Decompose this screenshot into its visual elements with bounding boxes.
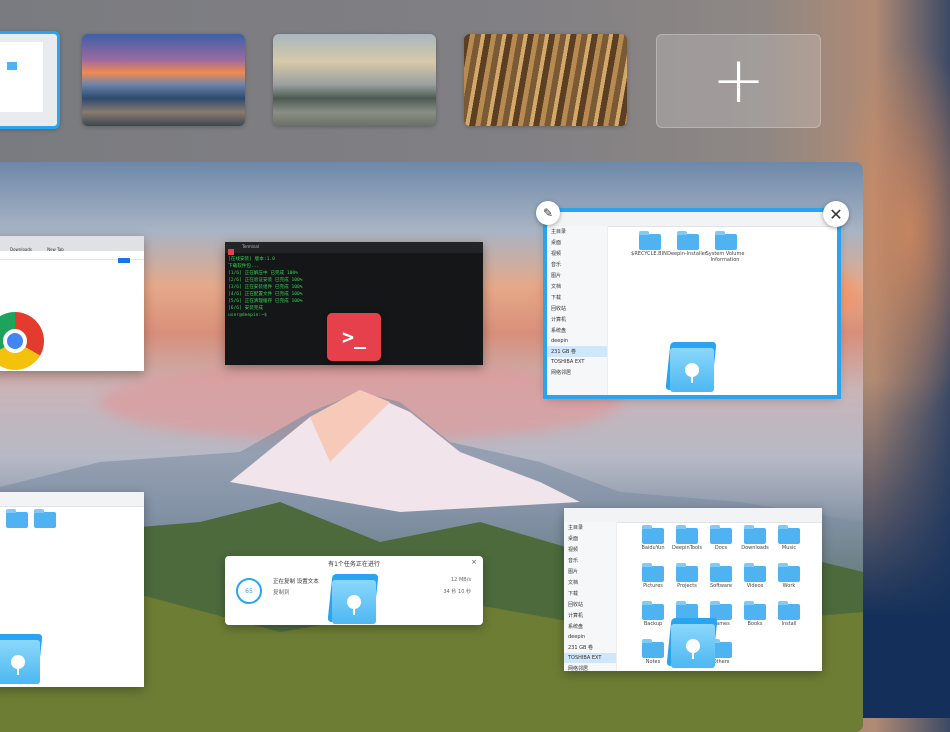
add-workspace-button[interactable]: + bbox=[656, 34, 821, 128]
sidebar-item[interactable]: 231 GB 卷 bbox=[564, 642, 616, 653]
file-manager-titlebar bbox=[564, 508, 822, 523]
sidebar-item[interactable]: deepin bbox=[564, 632, 616, 642]
sidebar-item[interactable]: TOSHIBA EXT bbox=[547, 357, 607, 367]
workspace-thumbnail-2[interactable] bbox=[82, 34, 245, 126]
folder-icon[interactable] bbox=[676, 525, 698, 544]
mini-folder-icon bbox=[7, 62, 17, 70]
sidebar-item[interactable]: 文档 bbox=[564, 577, 616, 588]
folder-label: Install bbox=[781, 621, 797, 627]
terminal-prompt-glyph: >_ bbox=[341, 325, 367, 349]
sidebar-item[interactable]: 桌面 bbox=[547, 237, 607, 248]
browser-tab-bar: Downloads New Tab bbox=[0, 236, 144, 252]
file-manager-titlebar bbox=[547, 212, 837, 227]
progress-ring: 65 bbox=[236, 578, 262, 604]
pin-icon: ✎ bbox=[542, 206, 554, 220]
folder-icon[interactable] bbox=[710, 563, 732, 582]
folder-icon[interactable] bbox=[34, 509, 56, 528]
sidebar-item[interactable]: 计算机 bbox=[547, 314, 607, 325]
sidebar-item-active[interactable]: TOSHIBA EXT bbox=[564, 653, 616, 663]
folder-label: System Volume Information bbox=[705, 251, 745, 263]
copy-remaining: 34 秒 10 秒 bbox=[443, 589, 472, 595]
terminal-line: [1/6] 正在解压中 已完成 100% bbox=[228, 271, 298, 276]
folder-icon[interactable] bbox=[676, 563, 698, 582]
plus-icon: + bbox=[711, 44, 766, 118]
workspace-thumbnail-3[interactable] bbox=[273, 34, 436, 126]
folder-icon[interactable] bbox=[6, 509, 28, 528]
sidebar-item[interactable]: 图片 bbox=[547, 270, 607, 281]
sidebar-item[interactable]: 音乐 bbox=[564, 555, 616, 566]
copy-status-text: 正在复制 设置文本 bbox=[273, 579, 319, 585]
terminal-line: [5/6] 正在清理缓存 已完成 100% bbox=[228, 299, 303, 304]
sidebar-item[interactable]: 下载 bbox=[547, 292, 607, 303]
sidebar-item[interactable]: deepin bbox=[547, 336, 607, 346]
file-manager-sidebar: 主目录 桌面 视频 音乐 图片 文档 下载 回收站 计算机 系统盘 deepin… bbox=[564, 522, 617, 671]
sidebar-item[interactable]: 下载 bbox=[564, 588, 616, 599]
folder-label: Work bbox=[782, 583, 796, 589]
workspace-thumbnail-4[interactable] bbox=[464, 34, 627, 126]
sidebar-item[interactable]: 回收站 bbox=[547, 303, 607, 314]
file-manager-app-icon bbox=[665, 338, 717, 394]
sidebar-item[interactable]: 音乐 bbox=[547, 259, 607, 270]
browser-tab: New Tab bbox=[47, 247, 64, 252]
progress-percent: 65 bbox=[245, 587, 253, 595]
folder-icon[interactable] bbox=[710, 525, 732, 544]
sidebar-item[interactable]: 图片 bbox=[564, 566, 616, 577]
terminal-output: [在线安装] 版本:1.0 下载软件包... [1/6] 正在解压中 已完成 1… bbox=[225, 253, 483, 319]
close-icon: ✕ bbox=[829, 204, 843, 224]
copy-target-text: 复制到 bbox=[273, 590, 290, 596]
folder-label: Music bbox=[781, 545, 797, 551]
sidebar-item[interactable]: 主目录 bbox=[547, 226, 607, 237]
folder-icon[interactable] bbox=[639, 231, 661, 250]
sidebar-item[interactable]: 桌面 bbox=[564, 533, 616, 544]
terminal-line: [4/6] 正在配置文件 已完成 100% bbox=[228, 292, 303, 297]
browser-button bbox=[118, 258, 130, 263]
file-manager-sidebar: 主目录 桌面 视频 音乐 图片 文档 下载 回收站 计算机 系统盘 deepin… bbox=[547, 226, 608, 395]
terminal-line: [3/6] 正在安装组件 已完成 100% bbox=[228, 285, 303, 290]
folder-icon[interactable] bbox=[642, 601, 664, 620]
folder-icon[interactable] bbox=[715, 231, 737, 250]
folder-icon[interactable] bbox=[677, 231, 699, 250]
terminal-line: [在线安装] 版本:1.0 bbox=[228, 257, 275, 262]
terminal-tab: Terminal bbox=[242, 244, 259, 249]
folder-icon[interactable] bbox=[642, 563, 664, 582]
browser-tab: Downloads bbox=[10, 247, 32, 252]
dialog-close-icon[interactable]: × bbox=[471, 558, 477, 566]
folder-icon[interactable] bbox=[744, 601, 766, 620]
sidebar-item[interactable]: 视频 bbox=[564, 544, 616, 555]
file-manager-titlebar bbox=[0, 492, 144, 507]
sidebar-item-active[interactable]: 231 GB 卷 bbox=[547, 346, 607, 357]
folder-icon[interactable] bbox=[744, 525, 766, 544]
sidebar-item[interactable]: 网络邻居 bbox=[547, 367, 607, 378]
folder-icon[interactable] bbox=[778, 563, 800, 582]
mini-window bbox=[0, 42, 43, 112]
sidebar-item[interactable]: 回收站 bbox=[564, 599, 616, 610]
close-window-button[interactable]: ✕ bbox=[823, 201, 849, 227]
file-manager-app-icon bbox=[0, 630, 43, 686]
sidebar-item[interactable]: 系统盘 bbox=[564, 621, 616, 632]
sidebar-item[interactable]: 系统盘 bbox=[547, 325, 607, 336]
terminal-titlebar: Terminal bbox=[225, 242, 483, 255]
sidebar-item[interactable]: 主目录 bbox=[564, 522, 616, 533]
sidebar-item[interactable]: 计算机 bbox=[564, 610, 616, 621]
folder-icon[interactable] bbox=[642, 639, 664, 658]
workspace-thumbnail-1[interactable] bbox=[0, 31, 60, 129]
sidebar-item[interactable]: 文档 bbox=[547, 281, 607, 292]
sidebar-item[interactable]: 网络邻居 bbox=[564, 663, 616, 671]
dialog-title: 有1个任务正在进行 bbox=[328, 561, 380, 568]
folder-icon[interactable] bbox=[778, 601, 800, 620]
terminal-line: [2/6] 正在验证安装 已完成 100% bbox=[228, 278, 303, 283]
terminal-line: [6/6] 安装完成 bbox=[228, 306, 263, 311]
file-manager-app-icon bbox=[666, 614, 718, 670]
terminal-logo-icon bbox=[228, 249, 234, 255]
terminal-line: 下载软件包... bbox=[228, 264, 260, 269]
file-manager-app-icon bbox=[327, 570, 379, 626]
copy-speed: 12 MB/s bbox=[451, 577, 471, 583]
pin-window-button[interactable]: ✎ bbox=[536, 201, 560, 225]
sidebar-item[interactable]: 视频 bbox=[547, 248, 607, 259]
folder-icon[interactable] bbox=[744, 563, 766, 582]
terminal-app-icon: >_ bbox=[327, 313, 381, 361]
folder-icon[interactable] bbox=[778, 525, 800, 544]
folder-icon[interactable] bbox=[642, 525, 664, 544]
